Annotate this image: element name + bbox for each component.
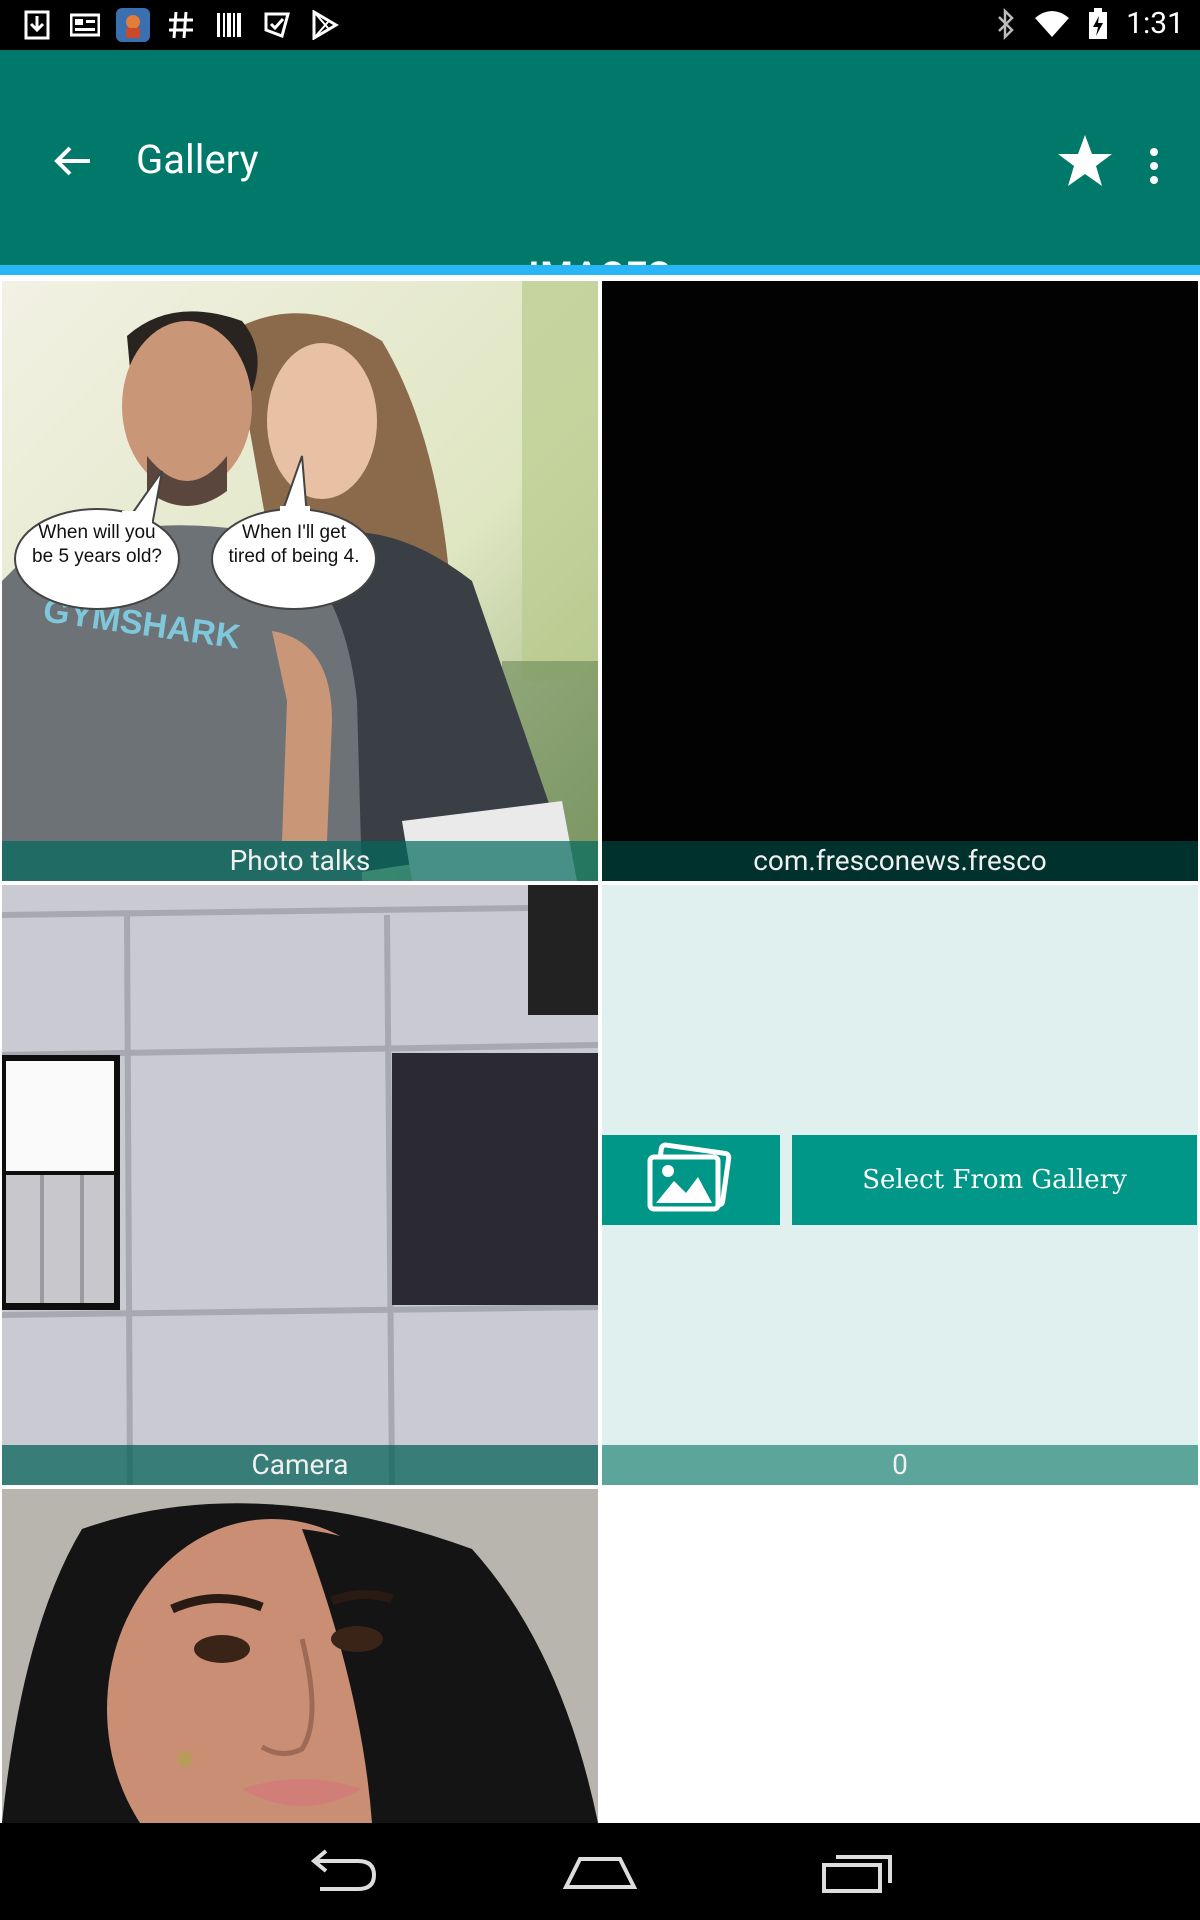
nav-home-button[interactable]: [560, 1845, 640, 1901]
album-caption: Camera: [2, 1445, 598, 1485]
news-icon: [68, 8, 102, 42]
bluetooth-icon: [998, 7, 1014, 40]
album-tile-photo[interactable]: [2, 1489, 598, 1823]
nav-back-button[interactable]: [302, 1845, 382, 1901]
select-from-gallery-button[interactable]: Select From Gallery: [792, 1135, 1197, 1225]
arrow-back-icon: [54, 146, 90, 176]
hashtag-icon: [164, 8, 198, 42]
home-icon: [562, 1857, 638, 1889]
album-tile-photo-talks[interactable]: GYMSHARK When will you be 5 years old? W…: [2, 281, 598, 881]
speech-bubble-2: When I'll get tired of being 4.: [228, 522, 360, 567]
album-thumbnail: [2, 885, 598, 1485]
navigation-bar: [0, 1823, 1200, 1920]
star-icon: [1058, 135, 1112, 186]
system-status: 1:31: [996, 6, 1184, 41]
barcode-icon: [212, 8, 246, 42]
album-caption: 0: [602, 1445, 1198, 1485]
album-thumbnail: [2, 1489, 598, 1823]
album-caption: com.fresconews.fresco: [602, 841, 1198, 881]
album-grid: GYMSHARK When will you be 5 years old? W…: [0, 281, 1200, 1823]
page-title: Gallery: [136, 136, 259, 183]
tab-indicator: [0, 265, 1200, 275]
more-vert-icon: [1150, 148, 1158, 184]
clock: 1:31: [1126, 6, 1184, 41]
photos-icon: [647, 1142, 732, 1212]
notification-icons: [20, 8, 342, 42]
speech-bubble-1: When will you be 5 years old?: [32, 522, 162, 567]
select-from-gallery-panel: Select From Gallery 0: [602, 885, 1198, 1485]
gallery-icon-button[interactable]: [602, 1135, 780, 1225]
download-icon: [20, 8, 54, 42]
album-tile-fresco[interactable]: com.fresconews.fresco: [602, 281, 1198, 881]
app-bar: Gallery IMAGES: [0, 50, 1200, 298]
album-thumbnail: GYMSHARK: [2, 281, 598, 881]
nav-recents-button[interactable]: [818, 1845, 898, 1901]
wifi-icon: [1035, 10, 1070, 37]
favorite-button[interactable]: [1056, 132, 1114, 190]
battery-charging-icon: [1089, 7, 1108, 39]
checklist-icon: [260, 8, 294, 42]
overflow-menu-button[interactable]: [1148, 146, 1160, 186]
back-icon: [310, 1849, 377, 1891]
album-caption: Photo talks: [2, 841, 598, 881]
album-tile-camera[interactable]: Camera: [2, 885, 598, 1485]
app-notification-icon: [116, 8, 150, 42]
back-button[interactable]: [50, 138, 96, 184]
play-store-icon: [308, 8, 342, 42]
status-bar: 1:31: [0, 0, 1200, 50]
recents-icon: [822, 1855, 892, 1893]
